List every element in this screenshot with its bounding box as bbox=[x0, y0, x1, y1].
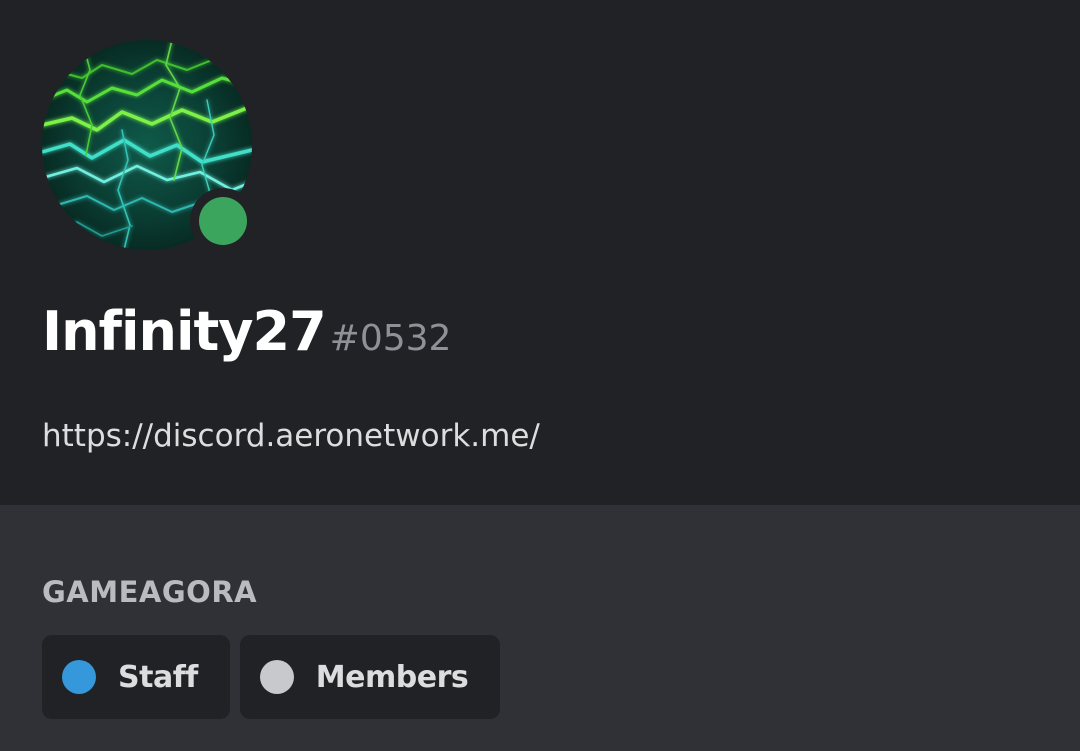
role-label: Members bbox=[315, 659, 469, 695]
online-status-icon bbox=[190, 188, 256, 254]
about-me-link[interactable]: https://discord.aeronetwork.me/ bbox=[42, 418, 540, 454]
roles-section: GAMEAGORA Staff Members bbox=[0, 505, 1080, 751]
role-color-dot-icon bbox=[259, 660, 294, 694]
roles-list: Staff Members bbox=[42, 635, 501, 719]
username: Infinity27 bbox=[42, 300, 327, 363]
role-label: Staff bbox=[118, 659, 198, 695]
user-profile-page: Infinity27 #0532 https://discord.aeronet… bbox=[0, 0, 1080, 751]
discriminator: #0532 bbox=[329, 318, 452, 359]
avatar-container[interactable] bbox=[42, 40, 256, 254]
role-pill-members[interactable]: Members bbox=[239, 635, 501, 719]
profile-header: Infinity27 #0532 https://discord.aeronet… bbox=[0, 0, 1080, 505]
role-pill-staff[interactable]: Staff bbox=[42, 635, 230, 719]
server-name-heading: GAMEAGORA bbox=[42, 575, 258, 609]
role-color-dot-icon bbox=[62, 660, 96, 694]
name-row: Infinity27 #0532 bbox=[42, 300, 451, 380]
